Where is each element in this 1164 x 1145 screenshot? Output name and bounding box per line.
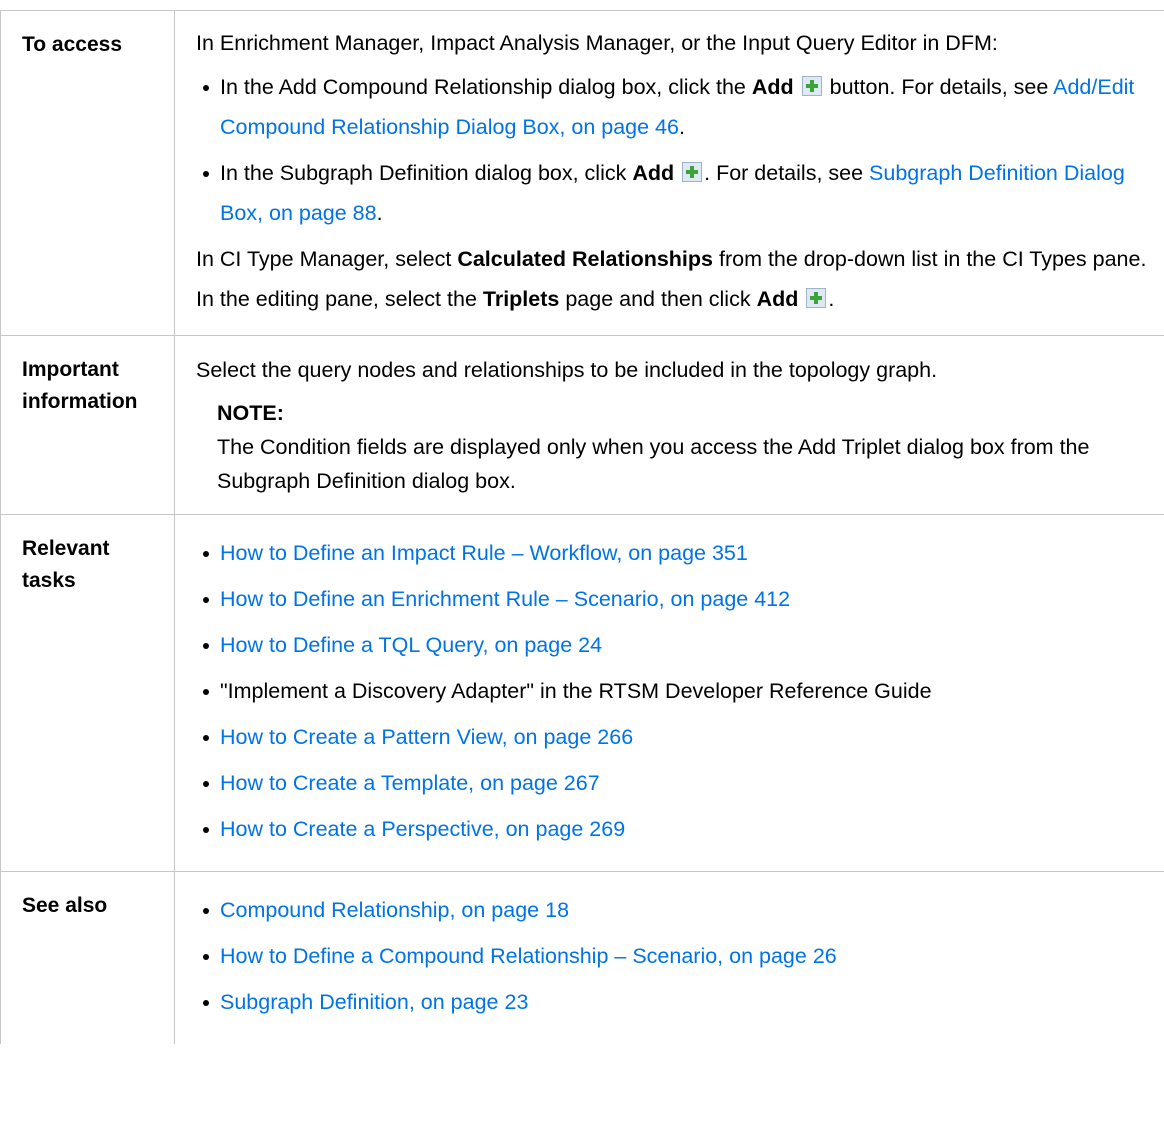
task-link[interactable]: How to Define an Enrichment Rule – Scena…	[220, 587, 790, 611]
note-text: The Condition fields are displayed only …	[217, 435, 1090, 493]
note-block: NOTE: The Condition fields are displayed…	[217, 396, 1164, 498]
list-item: Compound Relationship, on page 18	[196, 890, 1164, 930]
bullet-icon	[203, 85, 209, 91]
bullet-icon	[203, 689, 209, 695]
row-see-also: See also Compound Relationship, on page …	[0, 871, 1164, 1044]
bullet-icon	[203, 954, 209, 960]
relevant-tasks-list: How to Define an Impact Rule – Workflow,…	[196, 533, 1164, 849]
list-item: How to Create a Perspective, on page 269	[196, 809, 1164, 849]
list-item: How to Define a TQL Query, on page 24	[196, 625, 1164, 665]
list-item: How to Define an Impact Rule – Workflow,…	[196, 533, 1164, 573]
see-also-link[interactable]: Compound Relationship, on page 18	[220, 898, 569, 922]
row-label: See also	[0, 871, 175, 1044]
list-item: How to Create a Pattern View, on page 26…	[196, 717, 1164, 757]
task-link[interactable]: How to Create a Template, on page 267	[220, 771, 600, 795]
list-item: In the Subgraph Definition dialog box, c…	[196, 153, 1164, 233]
list-item: In the Add Compound Relationship dialog …	[196, 67, 1164, 147]
bullet-icon	[203, 1000, 209, 1006]
row-important-information: Important information Select the query n…	[0, 335, 1164, 515]
bullet-icon	[203, 597, 209, 603]
see-also-link[interactable]: How to Define a Compound Relationship – …	[220, 944, 837, 968]
see-also-list: Compound Relationship, on page 18 How to…	[196, 890, 1164, 1022]
task-link[interactable]: How to Create a Pattern View, on page 26…	[220, 725, 633, 749]
list-item: How to Create a Template, on page 267	[196, 763, 1164, 803]
bullet-icon	[203, 827, 209, 833]
important-text: Select the query nodes and relationships…	[196, 358, 938, 382]
row-label: Important information	[0, 335, 175, 515]
bullet-icon	[203, 781, 209, 787]
task-text: "Implement a Discovery Adapter" in the R…	[220, 679, 932, 703]
row-relevant-tasks: Relevant tasks How to Define an Impact R…	[0, 514, 1164, 872]
access-intro: In Enrichment Manager, Impact Analysis M…	[196, 31, 998, 55]
info-table: To access In Enrichment Manager, Impact …	[0, 10, 1164, 1044]
list-item: "Implement a Discovery Adapter" in the R…	[196, 671, 1164, 711]
task-link[interactable]: How to Define an Impact Rule – Workflow,…	[220, 541, 748, 565]
access-list: In the Add Compound Relationship dialog …	[196, 67, 1164, 233]
bullet-icon	[203, 735, 209, 741]
see-also-link[interactable]: Subgraph Definition, on page 23	[220, 990, 528, 1014]
bullet-icon	[203, 908, 209, 914]
list-item: How to Define a Compound Relationship – …	[196, 936, 1164, 976]
row-to-access: To access In Enrichment Manager, Impact …	[0, 10, 1164, 336]
row-label: To access	[0, 10, 175, 336]
row-content: Compound Relationship, on page 18 How to…	[174, 871, 1164, 1044]
add-plus-icon	[806, 288, 827, 308]
task-link[interactable]: How to Define a TQL Query, on page 24	[220, 633, 602, 657]
task-link[interactable]: How to Create a Perspective, on page 269	[220, 817, 625, 841]
row-content: Select the query nodes and relationships…	[174, 335, 1164, 515]
note-title: NOTE:	[217, 401, 284, 425]
row-content: How to Define an Impact Rule – Workflow,…	[174, 514, 1164, 872]
list-item: How to Define an Enrichment Rule – Scena…	[196, 579, 1164, 619]
add-plus-icon	[682, 162, 703, 182]
bullet-icon	[203, 171, 209, 177]
add-plus-icon	[801, 76, 822, 96]
bullet-icon	[203, 551, 209, 557]
row-label: Relevant tasks	[0, 514, 175, 872]
row-content: In Enrichment Manager, Impact Analysis M…	[174, 10, 1164, 336]
bullet-icon	[203, 643, 209, 649]
list-item: Subgraph Definition, on page 23	[196, 982, 1164, 1022]
access-closing: In CI Type Manager, select Calculated Re…	[196, 247, 1147, 311]
